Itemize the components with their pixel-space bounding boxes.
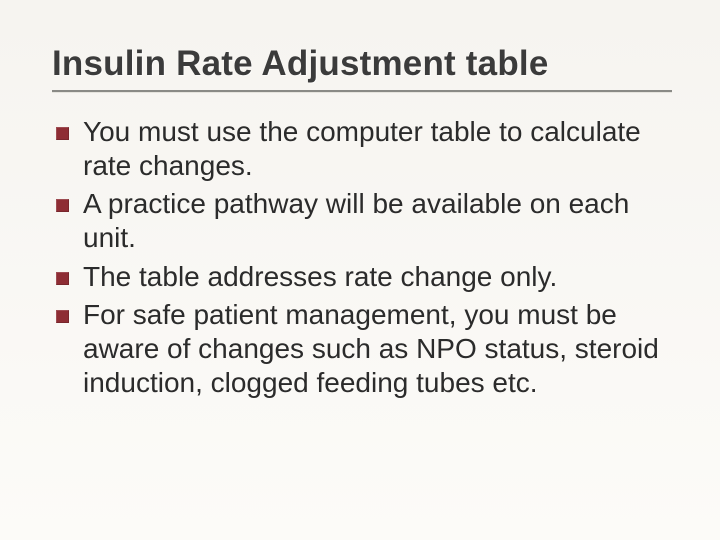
list-item: The table addresses rate change only. <box>56 260 666 294</box>
slide: Insulin Rate Adjustment table You must u… <box>0 0 720 540</box>
bullet-text: For safe patient management, you must be… <box>83 298 666 400</box>
list-item: For safe patient management, you must be… <box>56 298 666 400</box>
list-item: A practice pathway will be available on … <box>56 187 666 255</box>
list-item: You must use the computer table to calcu… <box>56 115 666 183</box>
bullet-text: You must use the computer table to calcu… <box>83 115 666 183</box>
square-bullet-icon <box>56 272 69 285</box>
title-underline <box>52 90 672 93</box>
bullet-text: A practice pathway will be available on … <box>83 187 666 255</box>
square-bullet-icon <box>56 127 69 140</box>
bullet-list: You must use the computer table to calcu… <box>52 115 672 400</box>
square-bullet-icon <box>56 199 69 212</box>
slide-title: Insulin Rate Adjustment table <box>52 44 672 84</box>
square-bullet-icon <box>56 310 69 323</box>
bullet-text: The table addresses rate change only. <box>83 260 666 294</box>
